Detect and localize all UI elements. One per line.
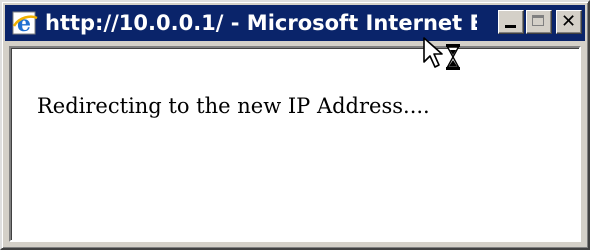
internet-explorer-icon[interactable]: e: [11, 9, 39, 37]
minimize-icon: [505, 25, 516, 28]
busy-arrow-hourglass-cursor: [423, 37, 460, 70]
window-title: http://10.0.0.1/ - Microsoft Internet E.…: [45, 11, 477, 35]
close-button[interactable]: ✕: [556, 10, 582, 34]
window-controls: ✕: [498, 10, 582, 34]
maximize-icon: [532, 15, 544, 26]
page-content: Redirecting to the new IP Address....: [9, 46, 581, 242]
maximize-button[interactable]: [526, 10, 552, 34]
redirect-message: Redirecting to the new IP Address....: [37, 94, 430, 118]
title-bar[interactable]: e http://10.0.0.1/ - Microsoft Internet …: [5, 5, 585, 41]
minimize-button[interactable]: [498, 10, 524, 34]
close-icon: ✕: [561, 11, 577, 32]
browser-window: e http://10.0.0.1/ - Microsoft Internet …: [0, 0, 590, 250]
svg-text:e: e: [17, 11, 31, 37]
